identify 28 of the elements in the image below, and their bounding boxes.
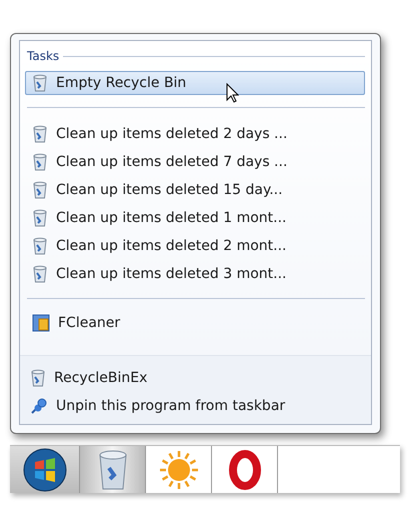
recycle-bin-icon: [32, 181, 48, 199]
recycle-bin-icon: [32, 209, 48, 227]
taskbar-button[interactable]: [10, 446, 80, 493]
pin-icon: [30, 397, 48, 415]
recycle-bin-icon: [32, 125, 48, 143]
section-header: Tasks: [27, 49, 60, 63]
jump-list-item[interactable]: Clean up items deleted 15 day...: [25, 176, 365, 204]
recycle-bin-icon: [30, 369, 46, 387]
recycle-bin-icon: [32, 237, 48, 255]
jump-list-item[interactable]: Clean up items deleted 2 mont...: [25, 232, 365, 260]
jump-list-item[interactable]: Clean up items deleted 1 mont...: [25, 204, 365, 232]
jump-list-item[interactable]: Clean up items deleted 7 days ...: [25, 148, 365, 176]
jump-list-item[interactable]: FCleaner: [25, 309, 365, 337]
recycle-bin-icon: [32, 265, 48, 283]
recycle-bin-icon: [32, 153, 48, 171]
mouse-cursor-icon: [226, 83, 239, 103]
jump-list-item[interactable]: RecycleBinEx: [23, 364, 365, 392]
jump-list-item[interactable]: Clean up items deleted 3 mont...: [25, 260, 365, 288]
opera-logo-icon: [228, 450, 262, 490]
jump-list-item[interactable]: Clean up items deleted 2 days ...: [25, 120, 365, 148]
jump-list-item[interactable]: Unpin this program from taskbar: [23, 392, 365, 420]
taskbar-button[interactable]: [212, 446, 278, 493]
jump-list-item[interactable]: Empty Recycle Bin: [25, 71, 365, 95]
recycle-bin-icon: [32, 74, 48, 92]
sun-icon: [158, 450, 198, 490]
application-icon: [32, 314, 50, 332]
start-orb-icon: [22, 448, 66, 492]
recycle-bin-icon: [98, 450, 128, 490]
